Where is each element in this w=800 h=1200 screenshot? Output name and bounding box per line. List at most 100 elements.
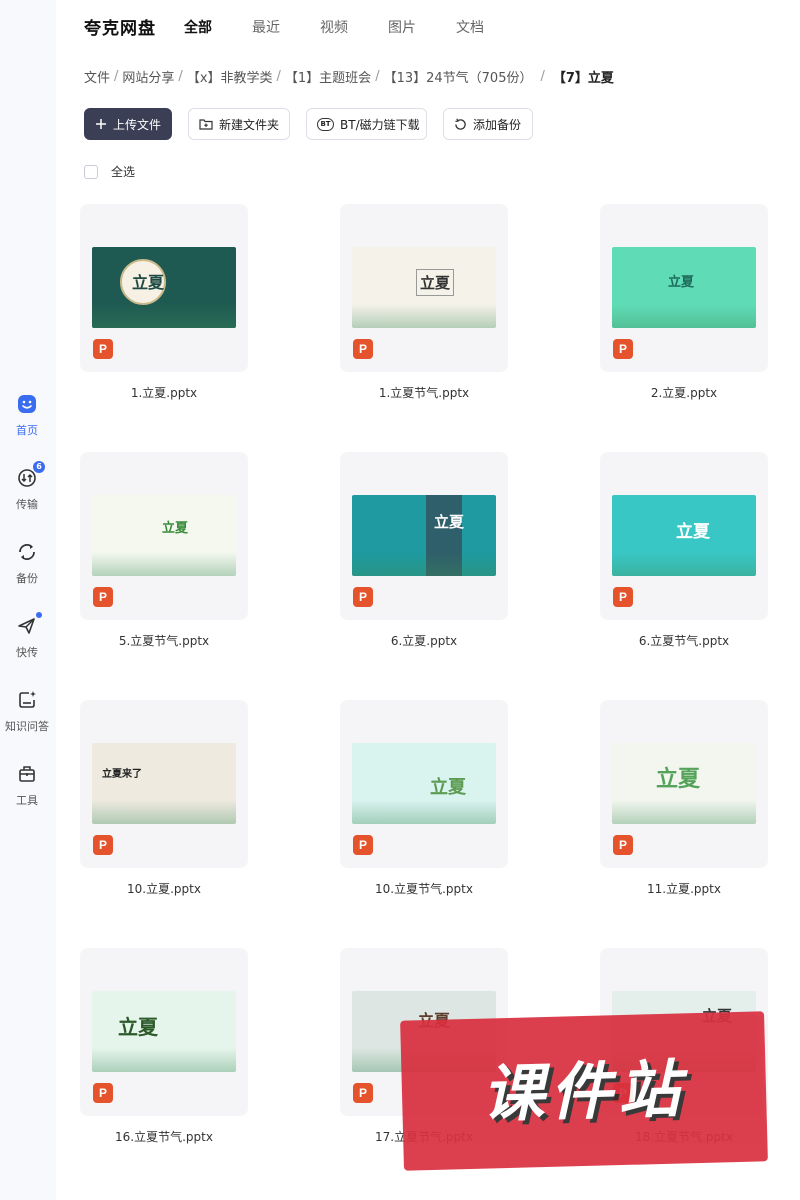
bt-icon: BT [317,117,334,131]
file-thumbnail[interactable]: 立夏 P [80,452,248,620]
slide-title: 立夏 [676,522,710,542]
file-thumbnail[interactable]: 立夏来了 P [80,700,248,868]
slide-decoration [352,800,496,824]
file-card[interactable]: 立夏 P 2.立夏.pptx [600,204,768,400]
select-all-checkbox[interactable] [84,164,98,179]
file-name[interactable]: 16.立夏节气.pptx [60,1128,268,1145]
bt-download-button[interactable]: BT BT/磁力链下载 [306,108,427,140]
slide-decoration [352,304,496,328]
file-card[interactable]: 立夏 P 10.立夏节气.pptx [340,700,508,896]
file-name[interactable]: 1.立夏节气.pptx [320,384,528,401]
file-card[interactable]: 立夏 P 11.立夏.pptx [600,700,768,896]
slide-decoration [92,1048,236,1072]
file-name[interactable]: 5.立夏节气.pptx [60,632,268,649]
top-tabs: 全部 最近 视频 图片 文档 [184,17,524,37]
tab-images[interactable]: 图片 [388,17,456,37]
sidebar: 首页 6 传输 备份 快传 知识问答 工具 [0,0,56,1200]
slide-decoration [612,800,756,824]
file-thumbnail[interactable]: 立夏 P [340,204,508,372]
slide-preview: 立夏 [352,247,496,328]
toolbox-icon [15,762,39,786]
breadcrumb-item[interactable]: 【1】主题班会 [285,67,371,86]
new-folder-button[interactable]: 新建文件夹 [188,108,290,140]
slide-preview: 立夏 [612,247,756,328]
slide-title: 立夏 [118,1015,158,1039]
slide-preview: 立夏 [612,743,756,824]
file-thumbnail[interactable]: 立夏 P [600,452,768,620]
file-name[interactable]: 1.立夏.pptx [60,384,268,401]
slide-preview: 立夏 [92,991,236,1072]
slide-title: 立夏 [162,521,189,536]
slide-title: 立夏 [668,275,695,290]
slide-preview: 立夏 [352,743,496,824]
upload-button[interactable]: 上传文件 [84,108,172,140]
select-all-label: 全选 [111,165,136,179]
ppt-file-icon: P [353,587,373,607]
tab-video[interactable]: 视频 [320,17,388,37]
bt-download-button-label: BT/磁力链下载 [340,117,420,132]
breadcrumb-item[interactable]: 【x】非教学类 [187,67,273,86]
watermark-stamp: 课件站 [400,1011,768,1171]
sidebar-item-tools[interactable]: 工具 [0,762,54,808]
breadcrumb-item[interactable]: 网站分享 [122,67,174,86]
ppt-file-icon: P [93,339,113,359]
file-card[interactable]: 立夏 P 5.立夏节气.pptx [80,452,248,648]
breadcrumb-current: 【7】立夏 [552,71,614,86]
ppt-file-icon: P [93,835,113,855]
breadcrumb-separator: / [375,69,380,84]
file-name[interactable]: 2.立夏.pptx [580,384,788,401]
slide-preview: 立夏 [92,247,236,328]
sidebar-item-label: 快传 [16,646,38,659]
file-thumbnail[interactable]: 立夏 P [600,204,768,372]
tab-all[interactable]: 全部 [184,17,252,37]
breadcrumb-item[interactable]: 【13】24节气（705份） [384,67,533,86]
sidebar-item-transfer[interactable]: 6 传输 [0,461,54,512]
file-thumbnail[interactable]: 立夏 P [600,700,768,868]
file-thumbnail[interactable]: 立夏 P [80,204,248,372]
tab-recent[interactable]: 最近 [252,17,320,37]
tab-documents[interactable]: 文档 [456,17,524,37]
sidebar-item-quick-send[interactable]: 快传 [0,612,54,660]
file-card[interactable]: 立夏 P 16.立夏节气.pptx [80,948,248,1144]
file-card[interactable]: 立夏 P 6.立夏.pptx [340,452,508,648]
sidebar-item-knowledge[interactable]: 知识问答 [0,688,54,734]
file-card[interactable]: 立夏 P 6.立夏节气.pptx [600,452,768,648]
file-name[interactable]: 11.立夏.pptx [580,880,788,897]
ppt-file-icon: P [93,587,113,607]
file-name[interactable]: 10.立夏.pptx [60,880,268,897]
folder-plus-icon [199,118,213,130]
slide-title: 立夏 [656,766,701,792]
file-card[interactable]: 立夏 P 1.立夏节气.pptx [340,204,508,400]
file-name[interactable]: 6.立夏节气.pptx [580,632,788,649]
sidebar-item-home[interactable]: 首页 [0,392,54,438]
home-icon [15,392,39,416]
backup-icon [15,540,39,564]
add-backup-button[interactable]: 添加备份 [443,108,533,140]
breadcrumb-separator: / [276,69,281,84]
file-name[interactable]: 6.立夏.pptx [320,632,528,649]
slide-decoration [612,304,756,328]
slide-title: 立夏 [430,777,466,798]
breadcrumb-separator: / [114,69,119,84]
toolbar: 上传文件 新建文件夹 BT BT/磁力链下载 添加备份 [84,108,549,140]
knowledge-icon [15,688,39,712]
breadcrumb-separator: / [540,69,545,84]
file-card[interactable]: 立夏 P 1.立夏.pptx [80,204,248,400]
file-thumbnail[interactable]: 立夏 P [340,452,508,620]
ppt-file-icon: P [353,835,373,855]
slide-title: 立夏来了 [102,769,142,780]
file-thumbnail[interactable]: 立夏 P [80,948,248,1116]
file-card[interactable]: 立夏来了 P 10.立夏.pptx [80,700,248,896]
breadcrumb-item[interactable]: 文件 [84,67,110,86]
upload-button-label: 上传文件 [113,117,162,132]
bt-icon-label: BT [317,117,334,131]
sidebar-item-backup[interactable]: 备份 [0,540,54,586]
file-name[interactable]: 10.立夏节气.pptx [320,880,528,897]
add-backup-button-label: 添加备份 [473,117,522,132]
slide-decoration [352,552,496,576]
ppt-file-icon: P [93,1083,113,1103]
file-thumbnail[interactable]: 立夏 P [340,700,508,868]
ppt-file-icon: P [613,835,633,855]
slide-decoration [92,800,236,824]
notification-dot [36,612,42,618]
